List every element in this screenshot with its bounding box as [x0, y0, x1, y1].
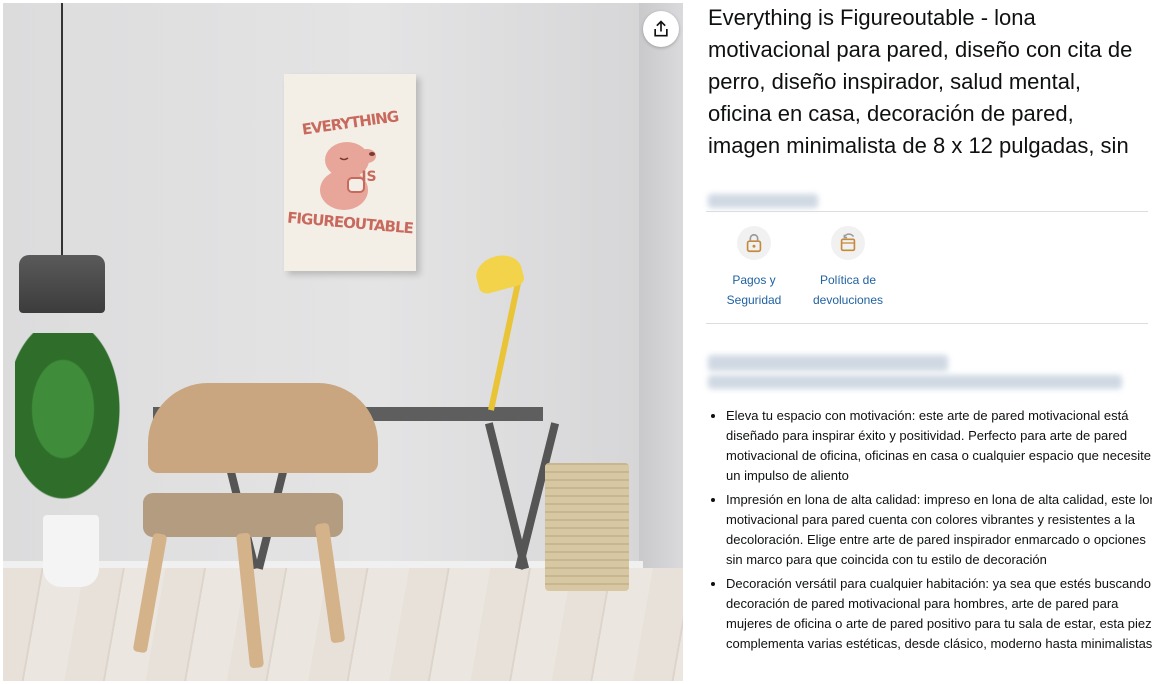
art-middle-text: IS	[361, 169, 377, 185]
chair-seat	[143, 493, 343, 537]
plant-leaves	[15, 333, 135, 523]
pendant-lamp	[19, 255, 105, 313]
desk-lamp-arm	[488, 282, 521, 411]
badge-label-line2: Seguridad	[726, 293, 782, 307]
feature-bullets: Eleva tu espacio con motivación: este ar…	[708, 406, 1152, 658]
product-image[interactable]: EVERYTHING IS FIGUREOUTABLE	[3, 3, 683, 681]
art-bottom-text: FIGUREOUTABLE	[286, 208, 414, 238]
blurred-subheading	[708, 375, 1122, 389]
pendant-lamp-cord	[61, 3, 63, 257]
chair-back	[148, 383, 378, 473]
divider	[706, 323, 1148, 324]
badge-label-line1: Pagos y	[732, 273, 776, 287]
canvas-print: EVERYTHING IS FIGUREOUTABLE	[284, 74, 416, 271]
bullet-item: Eleva tu espacio con motivación: este ar…	[726, 406, 1152, 486]
payment-security-badge[interactable]: Pagos y Seguridad	[704, 226, 804, 310]
wall-shadow	[639, 3, 683, 583]
return-policy-badge[interactable]: Política de devoluciones	[798, 226, 898, 310]
blurred-heading	[708, 355, 948, 371]
plant-pot	[43, 515, 99, 587]
bullet-item: Decoración versátil para cualquier habit…	[726, 574, 1152, 654]
badge-label-line1: Política de	[819, 273, 877, 287]
divider	[706, 211, 1148, 212]
blurred-rating	[708, 194, 818, 208]
return-box-icon	[831, 226, 865, 260]
badge-label-line2: devoluciones	[812, 293, 884, 307]
basket	[545, 463, 629, 591]
product-title: Everything is Figureoutable - lona motiv…	[708, 5, 1133, 158]
share-button[interactable]	[643, 11, 679, 47]
share-icon	[654, 20, 668, 37]
lock-icon	[737, 226, 771, 260]
bullet-item: Impresión en lona de alta calidad: impre…	[726, 490, 1152, 570]
